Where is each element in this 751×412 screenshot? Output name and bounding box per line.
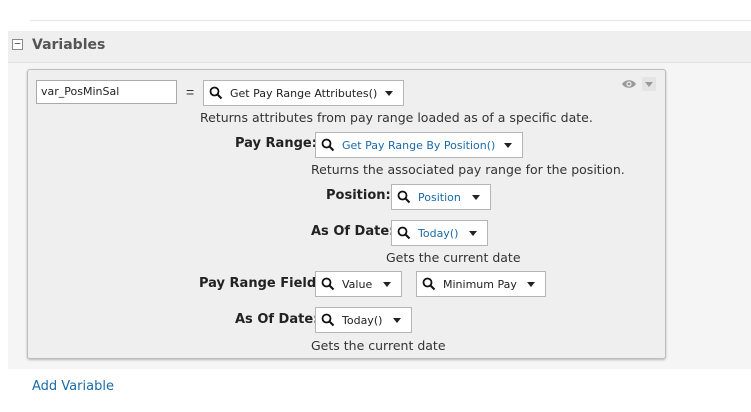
caret-down-icon	[393, 317, 401, 323]
pay-range-label: Pay Range:	[235, 136, 317, 151]
function-dropdown-label: Get Pay Range Attributes()	[230, 86, 378, 100]
caret-down-icon	[472, 194, 480, 200]
as-of-date-dropdown-label: Today()	[342, 313, 383, 327]
as-of-date-label: As Of Date:	[235, 312, 319, 327]
pay-range-field-dropdown[interactable]: Value	[315, 271, 402, 297]
pay-range-field-label: Pay Range Field:	[199, 276, 322, 291]
search-icon	[321, 277, 335, 291]
top-divider	[30, 20, 751, 21]
nested-as-of-date-dropdown[interactable]: Today()	[391, 220, 488, 246]
nested-as-of-date-description: Gets the current date	[386, 250, 521, 265]
pay-range-dropdown-label: Get Pay Range By Position()	[342, 138, 496, 152]
nested-as-of-date-label: As Of Date:	[311, 224, 395, 239]
variables-section-header: − Variables	[8, 31, 751, 63]
position-dropdown[interactable]: Position	[391, 184, 491, 210]
pay-range-field-dropdown-label: Value	[342, 277, 373, 291]
caret-down-icon	[504, 142, 512, 148]
function-dropdown[interactable]: Get Pay Range Attributes()	[203, 80, 404, 106]
pay-range-description: Returns the associated pay range for the…	[311, 162, 625, 177]
section-title: Variables	[32, 37, 106, 53]
function-description: Returns attributes from pay range loaded…	[200, 110, 593, 125]
search-icon	[321, 313, 335, 327]
nested-as-of-date-dropdown-label: Today()	[418, 226, 459, 240]
eye-icon[interactable]	[621, 77, 637, 89]
as-of-date-description: Gets the current date	[311, 338, 446, 353]
chevron-down-icon	[645, 81, 653, 87]
caret-down-icon	[385, 90, 393, 96]
pay-range-field-value-dropdown-label: Minimum Pay	[443, 277, 517, 291]
collapse-toggle-icon[interactable]: −	[12, 38, 23, 50]
caret-down-icon	[383, 281, 391, 287]
position-label: Position:	[326, 188, 391, 203]
variable-name-input[interactable]: var_PosMinSal	[36, 80, 177, 104]
caret-down-icon	[527, 281, 535, 287]
search-icon	[397, 190, 411, 204]
search-icon	[321, 138, 335, 152]
options-menu-button[interactable]	[642, 77, 656, 91]
pay-range-field-value-dropdown[interactable]: Minimum Pay	[416, 271, 546, 297]
search-icon	[422, 277, 436, 291]
position-dropdown-label: Position	[418, 190, 461, 204]
search-icon	[209, 86, 223, 100]
search-icon	[397, 226, 411, 240]
as-of-date-dropdown[interactable]: Today()	[315, 307, 412, 333]
pay-range-dropdown[interactable]: Get Pay Range By Position()	[315, 132, 523, 158]
add-variable-link[interactable]: Add Variable	[32, 379, 114, 394]
caret-down-icon	[469, 230, 477, 236]
equals-sign: =	[186, 84, 195, 100]
